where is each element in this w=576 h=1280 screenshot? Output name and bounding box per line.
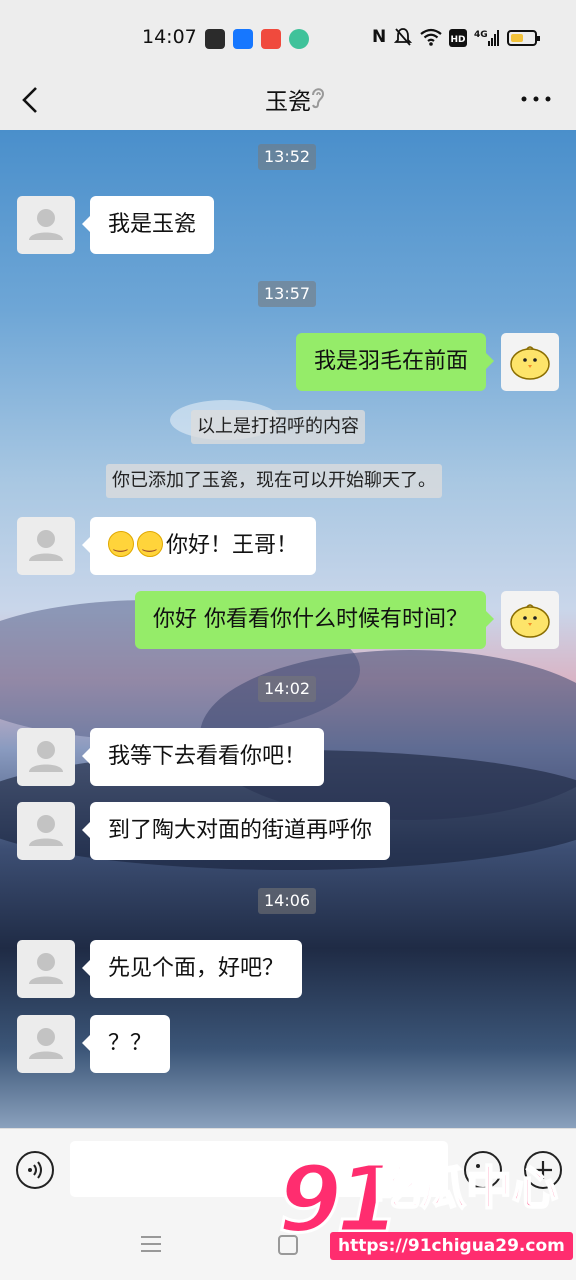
system-notice: 以上是打招呼的内容 [191, 410, 365, 444]
nfc-icon: N [372, 27, 387, 47]
avatar-self[interactable] [501, 591, 559, 649]
ear-icon [308, 84, 328, 112]
mute-icon [393, 27, 413, 52]
avatar[interactable] [17, 940, 75, 998]
default-avatar-icon [29, 209, 63, 240]
message-bubble-received[interactable]: 我是玉瓷 [81, 196, 215, 254]
avatar[interactable] [17, 802, 75, 860]
voice-button[interactable] [16, 1151, 54, 1189]
chat-header: 玉瓷 [0, 76, 576, 130]
smile-emoji-icon [137, 530, 163, 557]
timestamp: 14:02 [258, 676, 317, 702]
avatar[interactable] [17, 196, 75, 254]
message-bubble-received[interactable]: 到了陶大对面的街道再呼你 [81, 802, 391, 860]
avatar[interactable] [17, 1015, 75, 1073]
timestamp: 14:06 [258, 888, 317, 914]
video-app-icon [261, 29, 281, 49]
timestamp: 13:57 [258, 281, 317, 307]
watermark-url: https://91chigua29.com [330, 1232, 573, 1260]
soul-app-icon [205, 29, 225, 49]
message-app-icon [289, 29, 309, 49]
default-avatar-icon [29, 1028, 63, 1059]
hd-icon: HD [449, 29, 467, 52]
system-notice: 你已添加了玉瓷，现在可以开始聊天了。 [106, 464, 442, 498]
status-time: 14:07 [142, 26, 197, 48]
chick-avatar-icon [510, 604, 550, 638]
default-avatar-icon [29, 530, 63, 561]
default-avatar-icon [29, 741, 63, 772]
voice-icon [28, 1161, 42, 1179]
message-bubble-received[interactable]: 你好！王哥！ [81, 517, 317, 575]
menu-icon [141, 1236, 161, 1252]
more-dots-icon [521, 96, 551, 102]
message-bubble-received[interactable]: 我等下去看看你吧！ [81, 728, 325, 786]
wifi-icon [419, 27, 443, 52]
chat-area[interactable]: 13:52 13:57 14:02 14:06 我是玉瓷 我是羽毛在前面 以上是… [0, 130, 576, 1128]
menu-nav-button[interactable] [140, 1234, 162, 1254]
default-avatar-icon [29, 953, 63, 984]
message-text: 你好！王哥！ [166, 533, 299, 558]
chat-title: 玉瓷 [265, 89, 311, 115]
message-bubble-received[interactable]: ？？ [81, 1015, 171, 1073]
alipay-icon [233, 29, 253, 49]
default-avatar-icon [29, 815, 63, 846]
message-bubble-sent[interactable]: 你好 你看看你什么时候有时间？ [135, 591, 494, 649]
timestamp: 13:52 [258, 144, 317, 170]
status-bar: 14:07 N HD 4G [0, 0, 576, 76]
watermark-logo: 91 吃瓜中心 https://91chigua29.com [276, 1148, 573, 1265]
svg-text:4G: 4G [474, 30, 488, 40]
avatar[interactable] [17, 728, 75, 786]
svg-text:HD: HD [450, 35, 465, 45]
avatar[interactable] [17, 517, 75, 575]
message-bubble-received[interactable]: 先见个面，好吧？ [81, 940, 303, 998]
smile-emoji-icon [108, 530, 134, 557]
signal-icon: 4G [474, 28, 500, 53]
battery-icon [507, 30, 540, 46]
watermark-text: 吃瓜中心 [373, 1160, 559, 1216]
message-bubble-sent[interactable]: 我是羽毛在前面 [295, 333, 495, 391]
more-button[interactable] [520, 84, 552, 114]
avatar-self[interactable] [501, 333, 559, 391]
chick-avatar-icon [510, 346, 550, 380]
